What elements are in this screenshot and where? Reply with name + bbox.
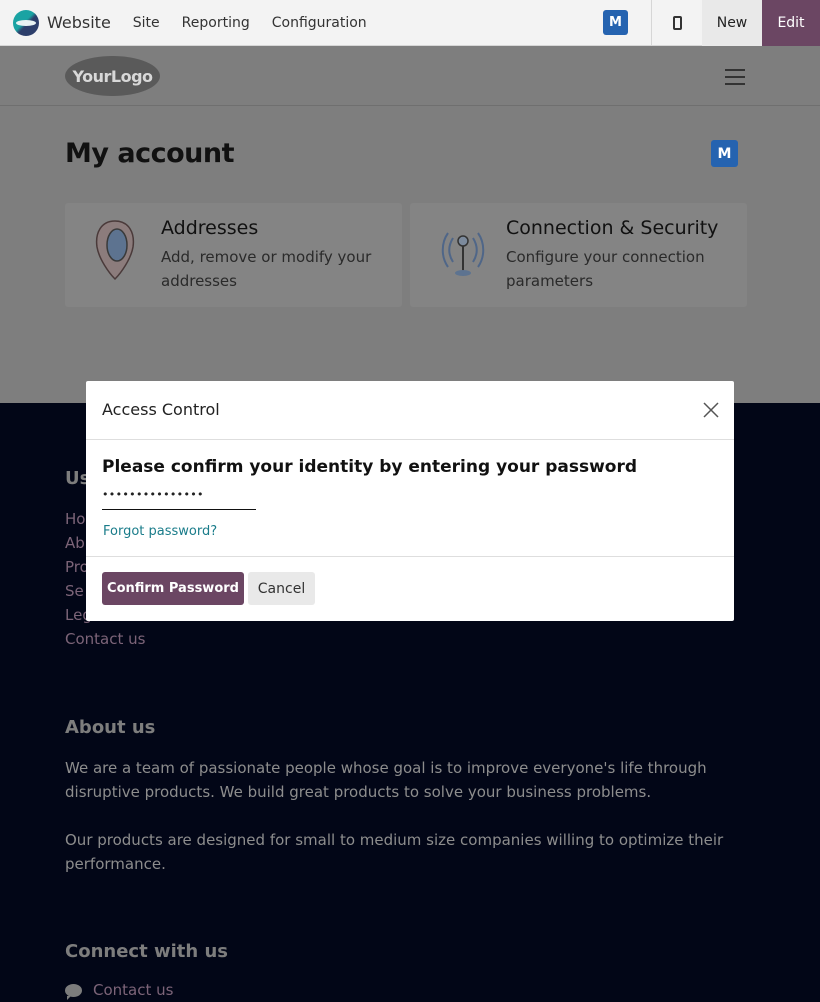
antenna-icon: [441, 232, 485, 276]
addresses-card[interactable]: Addresses Add, remove or modify your add…: [65, 203, 402, 307]
main-content: My account M Addresses Add, remove or mo…: [0, 106, 820, 403]
dialog-body: Please confirm your identity by entering…: [86, 440, 734, 557]
map-pin-icon: [95, 220, 135, 281]
about-paragraph-2: Our products are designed for small to m…: [65, 831, 724, 873]
connection-security-card[interactable]: Connection & Security Configure your con…: [410, 203, 747, 307]
forgot-password-link[interactable]: Forgot password?: [103, 524, 217, 539]
chat-bubble-icon: [65, 983, 82, 1000]
site-logo[interactable]: YourLogo: [65, 56, 160, 96]
about-paragraph-1: We are a team of passionate people whose…: [65, 759, 707, 801]
card-description: Configure your connection parameters: [506, 248, 705, 290]
page-title: My account: [65, 138, 235, 169]
connect-heading: Connect with us: [65, 941, 228, 962]
admin-navbar: Website Site Reporting Configuration M N…: [0, 0, 820, 46]
card-description: Add, remove or modify your addresses: [161, 248, 372, 290]
confirm-password-button[interactable]: Confirm Password: [102, 572, 244, 605]
connect-contact-label: Contact us: [93, 981, 174, 999]
footer-link-about[interactable]: Ab: [65, 534, 85, 552]
footer-link-contact[interactable]: Contact us: [65, 630, 145, 648]
connect-contact-link[interactable]: Contact us: [65, 981, 174, 1000]
phone-icon: [672, 16, 682, 30]
hamburger-menu-icon[interactable]: [725, 69, 745, 90]
about-us-heading: About us: [65, 717, 156, 738]
new-button[interactable]: New: [702, 0, 762, 46]
footer-link-home[interactable]: Ho: [65, 510, 85, 528]
website-logo-icon: [13, 9, 39, 36]
app-name: Website: [47, 13, 111, 32]
user-avatar[interactable]: M: [603, 10, 628, 35]
access-control-dialog: Access Control Please confirm your ident…: [86, 381, 734, 621]
password-input[interactable]: •••••••••••••••: [102, 488, 256, 510]
mobile-preview-button[interactable]: [651, 0, 702, 46]
card-title: Addresses: [161, 217, 259, 239]
website-app-switcher[interactable]: Website: [13, 9, 111, 36]
card-title: Connection & Security: [506, 217, 719, 239]
password-prompt: Please confirm your identity by entering…: [102, 457, 638, 477]
menu-configuration[interactable]: Configuration: [272, 15, 367, 31]
site-header: YourLogo: [0, 46, 820, 106]
menu-site[interactable]: Site: [133, 15, 160, 31]
account-avatar: M: [711, 140, 738, 167]
dialog-header: Access Control: [86, 381, 734, 440]
cancel-button[interactable]: Cancel: [248, 572, 315, 605]
footer-link-services[interactable]: Se: [65, 582, 84, 600]
menu-reporting[interactable]: Reporting: [182, 15, 250, 31]
dialog-footer: Confirm Password Cancel: [86, 557, 734, 621]
close-icon[interactable]: [703, 402, 719, 418]
dialog-title: Access Control: [102, 400, 220, 419]
edit-button[interactable]: Edit: [762, 0, 820, 46]
